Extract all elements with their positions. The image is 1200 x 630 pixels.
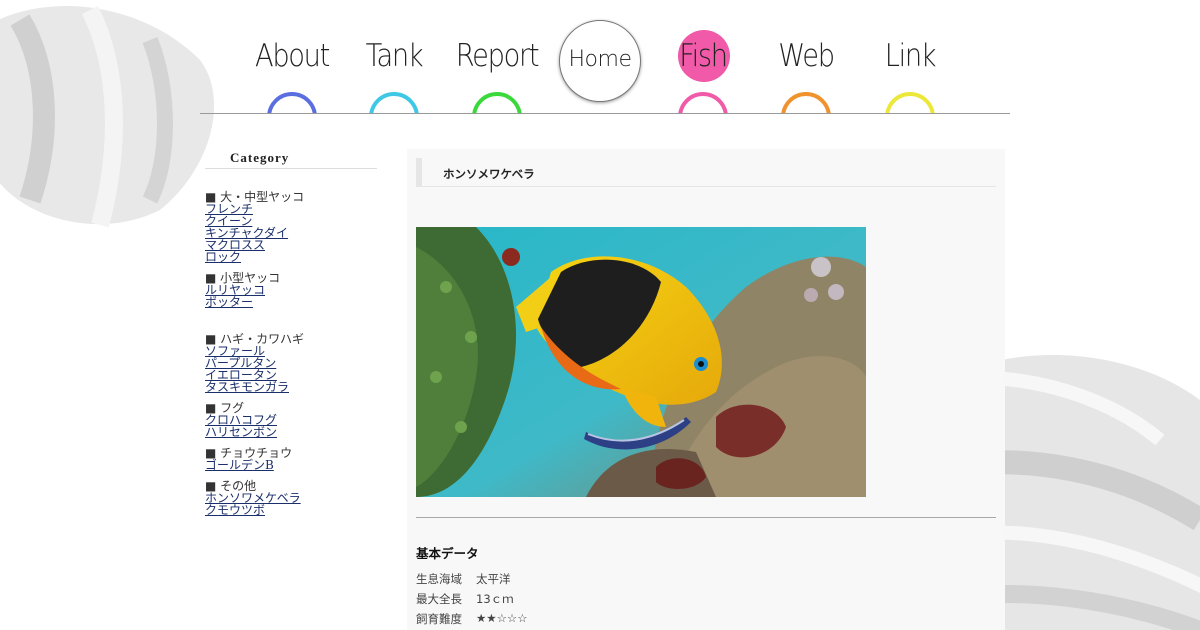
data-key: 最大全長 (416, 592, 462, 606)
data-row: 飼育難度 ★★☆☆☆ (416, 611, 528, 630)
category-group: ■ 大・中型ヤッコ フレンチ クイーン キンチャクダイ マクロスス ロック (205, 191, 377, 263)
data-key: 飼育難度 (416, 612, 462, 626)
data-key: 生息海域 (416, 572, 462, 586)
nav-tank-label: Tank (365, 38, 424, 74)
fish-photo (416, 227, 866, 497)
nav-report-arc-icon (472, 92, 522, 113)
category-group: ■ ハギ・カワハギ ソファール パープルタン イエロータン タスキモンガラ (205, 333, 377, 393)
content-divider (416, 517, 996, 518)
difficulty-stars: ★★☆☆☆ (476, 611, 528, 625)
nav-report-label: Report (455, 38, 540, 74)
category-group: ■ 小型ヤッコ ルリヤッコ ポッター (205, 272, 377, 308)
data-row: 最大全長 13ｃｍ (416, 591, 528, 611)
category-link[interactable]: タスキモンガラ (205, 381, 377, 393)
nav-web-label: Web (778, 38, 835, 74)
category-link[interactable]: ロック (205, 251, 377, 263)
main-content-panel: ホンソメワケベラ 基本データ 生息海域 太平洋 最大全長 13ｃｍ 飼育難度 ★… (407, 149, 1005, 630)
data-row: 生息海域 太平洋 (416, 571, 528, 591)
category-sidebar: Category ■ 大・中型ヤッコ フレンチ クイーン キンチャクダイ マクロ… (205, 150, 377, 525)
nav-web-arc-icon (781, 92, 831, 113)
post-title: ホンソメワケベラ (416, 158, 996, 187)
nav-link-label: Link (884, 38, 937, 74)
category-link[interactable]: クモウツボ (205, 504, 377, 516)
basic-data-heading: 基本データ (416, 546, 479, 561)
category-group: ■ フグ クロハコフグ ハリセンボン (205, 402, 377, 438)
nav-item-about[interactable]: About (242, 0, 342, 113)
category-link[interactable]: ハリセンボン (205, 426, 377, 438)
nav-fish-label: Fish (679, 38, 728, 74)
nav-item-tank[interactable]: Tank (344, 0, 444, 113)
category-group: ■ その他 ホンソワメケベラ クモウツボ (205, 480, 377, 516)
nav-link-arc-icon (885, 92, 935, 113)
nav-item-fish[interactable]: Fish (653, 0, 753, 113)
category-link[interactable]: ゴールデンB (205, 459, 377, 471)
nav-fish-arc-icon (678, 92, 728, 113)
nav-home-label: Home (568, 47, 632, 72)
nav-item-link[interactable]: Link (860, 0, 960, 113)
nav-item-home[interactable]: Home (550, 0, 650, 113)
category-link[interactable]: ポッター (205, 296, 377, 308)
nav-item-report[interactable]: Report (447, 0, 547, 113)
nav-tank-arc-icon (369, 92, 419, 113)
nav-about-label: About (254, 38, 330, 74)
data-value: 太平洋 (476, 572, 511, 586)
nav-item-web[interactable]: Web (756, 0, 856, 113)
basic-data-table: 生息海域 太平洋 最大全長 13ｃｍ 飼育難度 ★★☆☆☆ (416, 571, 528, 630)
category-group: ■ チョウチョウ ゴールデンB (205, 447, 377, 471)
main-navigation: About Tank Report Home Fish Web Link (200, 0, 1010, 114)
data-value: 13ｃｍ (476, 592, 514, 606)
sidebar-title: Category (205, 150, 377, 169)
nav-about-arc-icon (267, 92, 317, 113)
